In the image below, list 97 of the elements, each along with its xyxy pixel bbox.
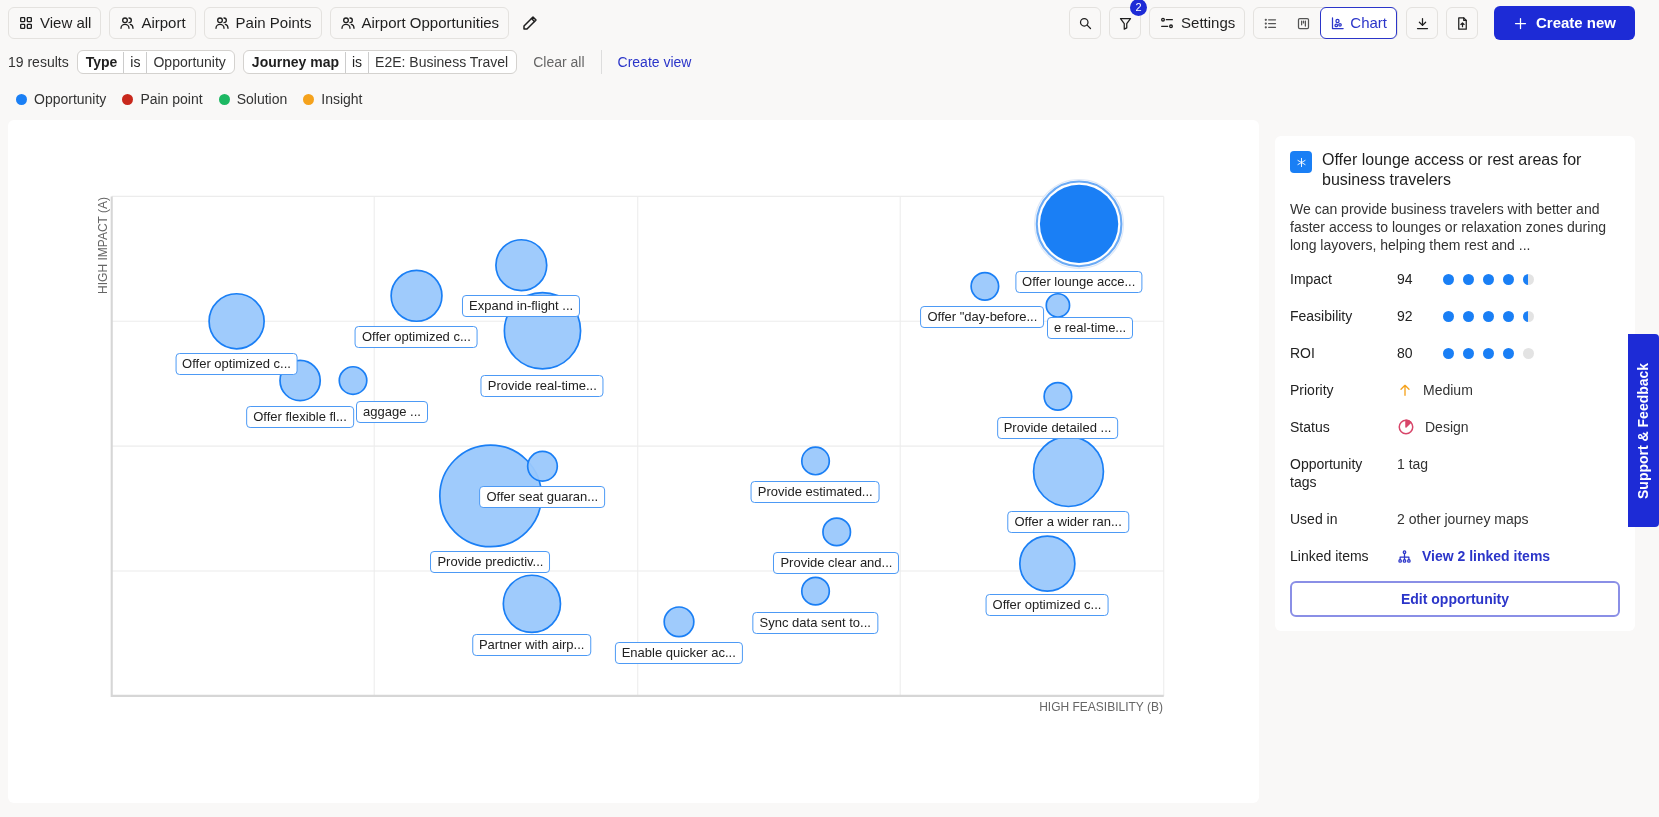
bubble-label[interactable]: Expand in-flight ... [462,295,581,318]
bubble-label[interactable]: Offer optimized c... [985,593,1109,616]
bubble[interactable] [526,450,559,482]
plus-icon [1512,15,1528,31]
field-label: ROI [1290,344,1316,362]
hierarchy-icon [1397,548,1412,564]
bubble[interactable] [800,446,831,476]
status-value: Design [1425,418,1469,436]
detail-description: We can provide business travelers with better and faster access to lounges or relaxation zones during long layovers, helping them rest and ... [1290,200,1607,254]
bubble-label[interactable]: Provide real-time... [480,374,604,397]
bubble-label[interactable]: Sync data sent to... [752,611,878,634]
field-value: 1 tag [1397,455,1429,473]
bubble[interactable] [1045,292,1071,318]
count-badge: 2 [1130,0,1148,16]
bubble-chart-icon [1330,15,1346,31]
score-value: 94 [1397,270,1414,288]
bubble[interactable] [822,517,852,547]
bubble[interactable] [800,576,831,606]
field-label: Status [1290,418,1331,436]
bubble[interactable] [663,606,695,638]
bubble[interactable] [970,271,1000,301]
bubble-label[interactable]: Offer flexible fl... [246,406,354,429]
detail-title: Offer lounge access or rest areas for business travelers [1322,150,1583,190]
arrow-up-icon [1397,382,1413,398]
grid-icon [18,15,34,31]
bubble-label[interactable]: Enable quicker ac... [614,642,743,665]
legend-label: Opportunity [34,89,107,109]
bubble-label[interactable]: e real-time... [1046,317,1134,340]
export-button[interactable] [1446,7,1478,39]
bubble-label[interactable]: Offer a wider ran... [1007,511,1129,534]
bubble[interactable] [495,238,548,292]
bubble-label[interactable]: Offer seat guaran... [479,485,606,508]
priority-value: Medium [1423,381,1473,399]
sliders-icon [1159,15,1176,31]
field-label: Used in [1290,510,1339,528]
field-label: Linked items [1290,547,1370,565]
results-count: 19 results [8,52,69,72]
filter-operator: is [124,51,148,73]
view-tab[interactable]: View all [8,7,102,39]
bubble-label[interactable]: Provide predictiv... [430,551,551,574]
filter-value: E2E: Business Travel [374,52,509,72]
bubble[interactable] [208,292,265,350]
filter-field: Type [85,51,125,73]
bubble-label[interactable]: Provide estimated... [750,481,880,504]
pencil-icon [521,14,540,32]
create-view-link[interactable]: Create view [609,51,700,73]
bubble-label[interactable]: Offer optimized c... [354,325,478,348]
filter-chip[interactable]: Journey map is E2E: Business Travel [242,50,518,74]
filter-field: Journey map [251,51,346,73]
field-label: Impact [1290,270,1333,288]
bubble-label[interactable]: aggage ... [356,401,428,423]
legend-label: Pain point [140,89,203,109]
bubble[interactable] [390,269,443,323]
support-feedback-tab[interactable]: Support & Feedback [1628,334,1659,527]
field-label: Feasibility [1290,307,1354,325]
download-button[interactable] [1406,7,1438,39]
legend-label: Solution [236,89,288,109]
bubble[interactable] [338,365,368,396]
pie-progress-icon [1397,418,1415,436]
linked-items-link[interactable]: View 2 linked items [1422,547,1551,565]
search-icon [1077,15,1093,31]
filter-icon [1117,15,1133,31]
search-button[interactable] [1069,7,1102,39]
bubble-label[interactable]: Provide detailed ... [996,416,1119,439]
bubble-label[interactable]: Offer optimized c... [175,353,298,376]
view-tab[interactable]: Airport Opportunities [329,7,510,39]
settings-button[interactable]: Settings [1149,7,1246,39]
filter-operator: is [346,51,370,73]
score-value: 80 [1397,344,1414,362]
users-icon [213,15,230,31]
view-tab[interactable]: Airport [109,7,196,39]
field-value: 2 other journey maps [1397,510,1529,528]
view-mode-button[interactable]: Chart [1320,7,1397,39]
axis-label: HIGH FEASIBILITY (B) [1039,699,1163,716]
bubble-label[interactable]: Provide clear and... [773,552,900,575]
bubble-label[interactable]: Offer "day-before... [920,305,1045,328]
asterisk-icon [1295,156,1307,168]
view-tab[interactable]: Pain Points [203,7,322,39]
field-label: Opportunity tags [1290,455,1364,491]
users-icon [339,15,356,31]
create-new-button[interactable]: Create new [1494,6,1635,40]
board-icon [1296,15,1312,31]
filter-chip[interactable]: Type is Opportunity [76,50,235,74]
score-value: 92 [1397,307,1414,325]
users-icon [119,15,136,31]
bubble-label[interactable]: Offer lounge acce... [1015,270,1143,293]
field-label: Priority [1290,381,1335,399]
axis-label: HIGH IMPACT (A) [95,197,111,294]
bubble[interactable] [1043,381,1073,411]
bubble-label[interactable]: Partner with airp... [471,633,592,656]
download-icon [1414,15,1430,31]
edit-opportunity-button[interactable]: Edit opportunity [1290,581,1620,617]
legend-label: Insight [321,89,363,109]
bubble[interactable] [1018,535,1076,592]
bubble[interactable] [502,574,562,634]
clear-all-button[interactable]: Clear all [525,51,593,73]
filter-value: Opportunity [152,52,226,72]
